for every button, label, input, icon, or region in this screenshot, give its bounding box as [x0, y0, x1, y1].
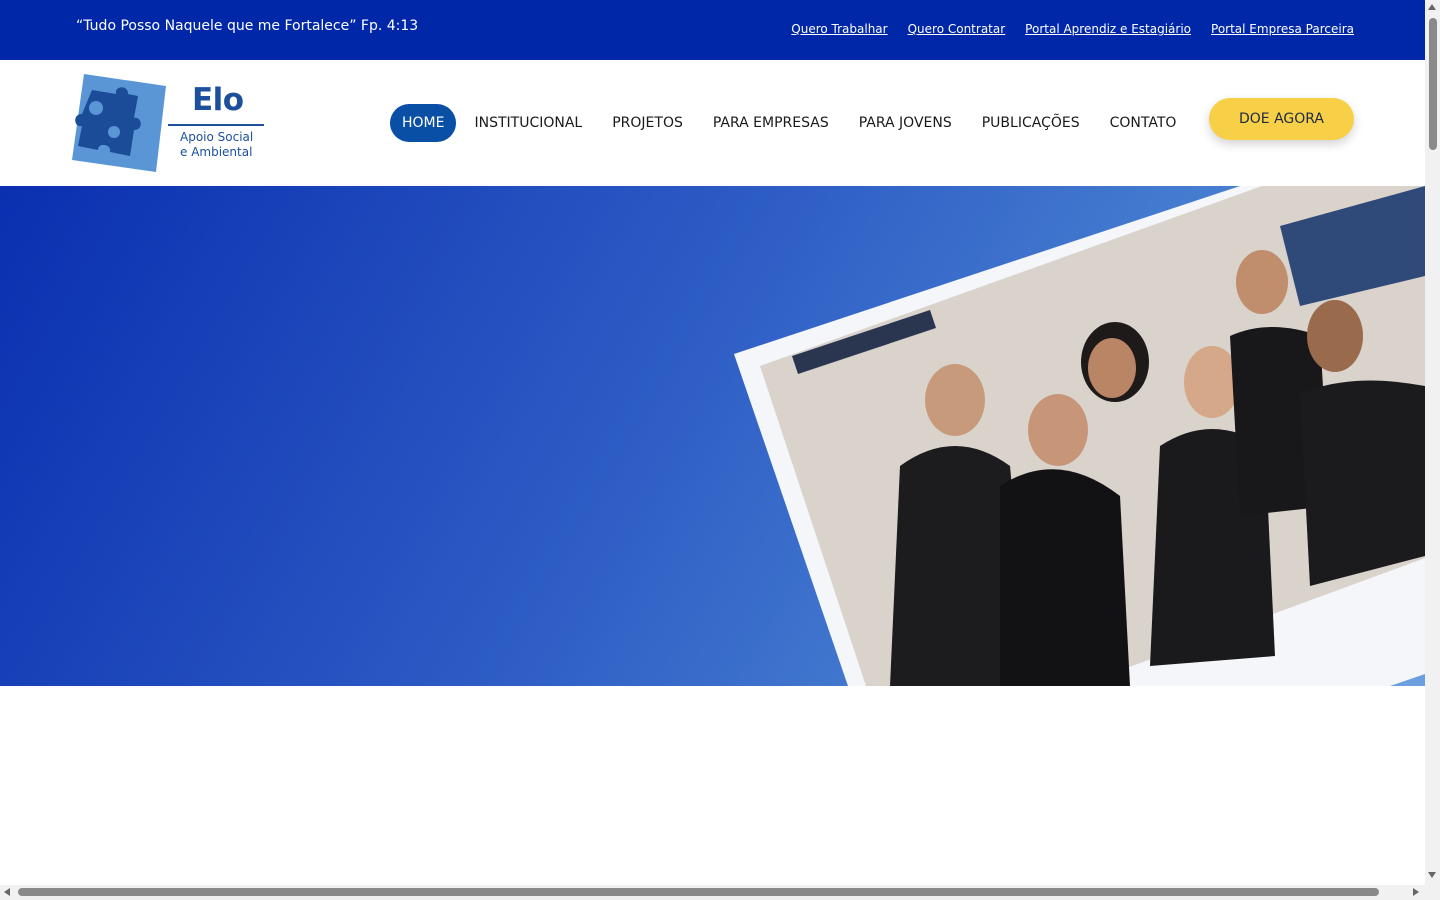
horizontal-scroll-thumb[interactable] [18, 888, 1379, 896]
logo-subtitle-2: e Ambiental [180, 145, 253, 159]
horizontal-scrollbar[interactable] [0, 885, 1440, 900]
nav-item-para-empresas[interactable]: PARA EMPRESAS [701, 104, 841, 142]
link-portal-empresa[interactable]: Portal Empresa Parceira [1211, 22, 1354, 36]
bible-verse: “Tudo Posso Naquele que me Fortalece” Fp… [76, 18, 419, 34]
scroll-left-icon[interactable] [4, 888, 10, 896]
nav-item-para-jovens[interactable]: PARA JOVENS [847, 104, 964, 142]
vertical-scrollbar[interactable] [1425, 0, 1440, 885]
donate-button[interactable]: DOE AGORA [1209, 98, 1354, 140]
nav-item-publicacoes[interactable]: PUBLICAÇÕES [970, 104, 1092, 142]
nav-item-institucional[interactable]: INSTITUCIONAL [462, 104, 594, 142]
site-header: Elo Apoio Social e Ambiental HOME INSTIT… [0, 60, 1425, 186]
content-area [0, 686, 1425, 886]
scroll-right-icon[interactable] [1413, 888, 1419, 896]
nav-item-home[interactable]: HOME [390, 104, 457, 142]
logo-name: Elo [192, 82, 244, 118]
logo-subtitle-1: Apoio Social [180, 130, 254, 144]
top-bar: “Tudo Posso Naquele que me Fortalece” Fp… [0, 0, 1425, 60]
puzzle-piece-icon [72, 74, 166, 172]
logo-divider [168, 124, 264, 126]
nav-item-projetos[interactable]: PROJETOS [600, 104, 695, 142]
link-portal-aprendiz[interactable]: Portal Aprendiz e Estagiário [1025, 22, 1191, 36]
scroll-up-icon[interactable] [1428, 4, 1436, 10]
nav-item-contato[interactable]: CONTATO [1098, 104, 1189, 142]
top-links: Quero Trabalhar Quero Contratar Portal A… [791, 22, 1354, 36]
link-quero-trabalhar[interactable]: Quero Trabalhar [791, 22, 887, 36]
hero-banner [0, 186, 1425, 686]
vertical-scroll-thumb[interactable] [1429, 18, 1437, 150]
link-quero-contratar[interactable]: Quero Contratar [908, 22, 1006, 36]
hero-photo [734, 186, 1425, 686]
site-logo[interactable]: Elo Apoio Social e Ambiental [70, 72, 266, 174]
scroll-down-icon[interactable] [1428, 872, 1436, 878]
main-nav: HOME INSTITUCIONAL PROJETOS PARA EMPRESA… [390, 104, 1194, 142]
